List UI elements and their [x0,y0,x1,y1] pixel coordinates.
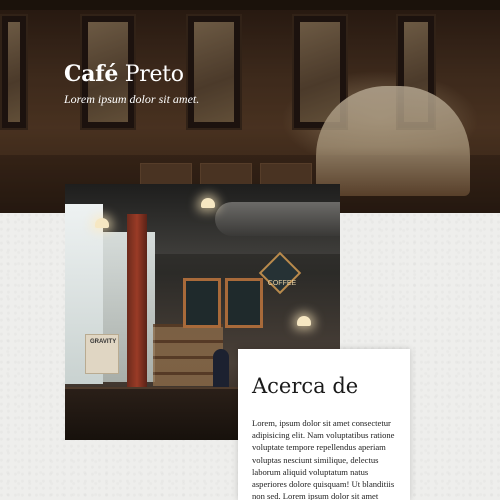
gravity-box-label: GRAVITY [90,339,117,345]
brand-tagline: Lorem ipsum dolor sit amet. [64,92,200,106]
hanging-bulb [201,198,215,208]
photo-duct [215,202,340,236]
menu-board [183,278,221,328]
brand-block: Café Preto Lorem ipsum dolor sit amet. [64,60,199,107]
about-title: Acerca de [252,374,359,398]
photo-pillar [127,214,147,414]
gravity-box: GRAVITY [85,334,119,374]
brand-title[interactable]: Café Preto [64,60,199,89]
brand-name-rest: Preto [118,62,184,87]
barista-figure [213,349,229,389]
hanging-bulb [95,218,109,228]
coffee-sign [258,251,302,295]
brand-name-strong: Café [64,61,119,87]
coffee-sign-label: COFFEE [267,280,297,287]
about-body: Lorem, ipsum dolor sit amet consectetur … [252,418,395,500]
menu-board [225,278,263,328]
hanging-bulb [297,316,311,326]
about-card: Acerca de Lorem, ipsum dolor sit amet co… [238,349,410,500]
